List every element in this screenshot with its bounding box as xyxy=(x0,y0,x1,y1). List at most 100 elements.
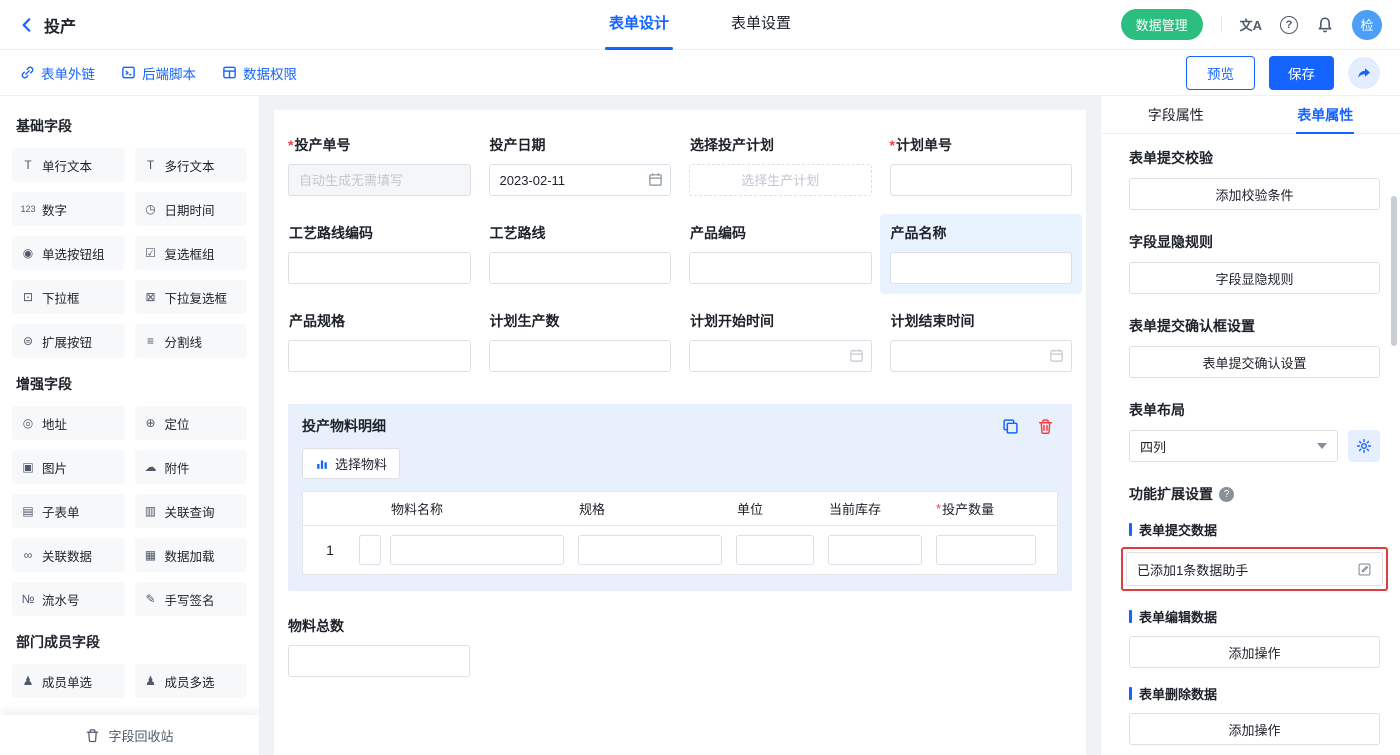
sidebar-field-serial-number[interactable]: №流水号 xyxy=(12,582,125,616)
field-production-date[interactable]: 投产日期 xyxy=(489,136,672,196)
sidebar-field-image[interactable]: ▣图片 xyxy=(12,450,125,484)
sidebar-field-relation-data[interactable]: ∞关联数据 xyxy=(12,538,125,572)
header-cell-qty: *投产数量 xyxy=(929,499,1057,518)
submit-confirm-button[interactable]: 表单提交确认设置 xyxy=(1129,346,1380,378)
panel-scrollbar[interactable] xyxy=(1391,196,1397,346)
translate-icon[interactable]: 文A xyxy=(1240,15,1262,34)
production-date-input[interactable] xyxy=(489,164,672,196)
layout-settings-button[interactable] xyxy=(1348,430,1380,462)
production-order-no-input[interactable] xyxy=(288,164,471,196)
product-name-input[interactable] xyxy=(890,252,1073,284)
unit-input[interactable] xyxy=(736,535,814,565)
data-assistant-field[interactable]: 已添加1条数据助手 xyxy=(1126,552,1383,586)
field-production-order-no[interactable]: *投产单号 xyxy=(288,136,471,196)
subform-table-row: 1 xyxy=(303,526,1057,574)
add-validation-button[interactable]: 添加校验条件 xyxy=(1129,178,1380,210)
sidebar-field-multi-select[interactable]: ⊠下拉复选框 xyxy=(135,280,248,314)
delete-data-add-button[interactable]: 添加操作 xyxy=(1129,713,1380,745)
sidebar-field-address[interactable]: ◎地址 xyxy=(12,406,125,440)
sidebar-field-radio-group[interactable]: ◉单选按钮组 xyxy=(12,236,125,270)
sidebar-field-relation-query[interactable]: ▥关联查询 xyxy=(135,494,248,528)
field-select-plan[interactable]: 选择投产计划 xyxy=(689,136,872,196)
help-icon[interactable]: ? xyxy=(1280,16,1298,34)
field-route-code[interactable]: 工艺路线编码 xyxy=(288,224,471,284)
sidebar-field-checkbox-group[interactable]: ☑复选框组 xyxy=(135,236,248,270)
plan-no-input[interactable] xyxy=(890,164,1073,196)
edit-icon[interactable] xyxy=(1357,562,1372,577)
tab-form-design[interactable]: 表单设计 xyxy=(609,0,669,50)
checkbox-icon: ☑ xyxy=(143,246,159,260)
sidebar-field-single-line-text[interactable]: T单行文本 xyxy=(12,148,125,182)
sidebar-field-geolocation[interactable]: ⊕定位 xyxy=(135,406,248,440)
notification-bell-icon[interactable] xyxy=(1316,16,1334,34)
field-plan-start-time[interactable]: 计划开始时间 xyxy=(689,312,872,372)
field-plan-no[interactable]: *计划单号 xyxy=(890,136,1073,196)
spec-input[interactable] xyxy=(578,535,722,565)
preview-button[interactable]: 预览 xyxy=(1186,56,1255,90)
field-product-name[interactable]: 产品名称 xyxy=(890,224,1073,284)
tab-field-properties[interactable]: 字段属性 xyxy=(1101,96,1251,133)
user-avatar[interactable]: 检 xyxy=(1352,10,1382,40)
layout-select[interactable]: 四列 xyxy=(1129,430,1338,462)
field-product-code[interactable]: 产品编码 xyxy=(689,224,872,284)
stock-input[interactable] xyxy=(828,535,922,565)
backend-script-button[interactable]: 后端脚本 xyxy=(121,63,196,83)
data-manage-button[interactable]: 数据管理 xyxy=(1121,9,1203,40)
save-button[interactable]: 保存 xyxy=(1269,56,1334,90)
field-recycle-bin[interactable]: 字段回收站 xyxy=(0,715,259,755)
sidebar-field-signature[interactable]: ✎手写签名 xyxy=(135,582,248,616)
sidebar-field-divider-line[interactable]: ≡分割线 xyxy=(135,324,248,358)
sidebar-field-member-multi[interactable]: ♟成员多选 xyxy=(135,664,248,698)
sidebar-field-multi-line-text[interactable]: T多行文本 xyxy=(135,148,248,182)
field-item-label: 手写签名 xyxy=(165,590,215,609)
field-material-total[interactable]: 物料总数 xyxy=(288,617,470,677)
field-item-label: 多行文本 xyxy=(165,156,215,175)
sidebar-field-extend-button[interactable]: ⊜扩展按钮 xyxy=(12,324,125,358)
share-icon xyxy=(1356,65,1372,81)
label-text: 投产日期 xyxy=(490,135,546,155)
material-total-input[interactable] xyxy=(288,645,470,677)
back-button[interactable] xyxy=(18,16,36,34)
route-code-input[interactable] xyxy=(288,252,471,284)
field-route[interactable]: 工艺路线 xyxy=(489,224,672,284)
visibility-rules-button[interactable]: 字段显隐规则 xyxy=(1129,262,1380,294)
qty-input[interactable] xyxy=(936,535,1036,565)
field-plan-qty[interactable]: 计划生产数 xyxy=(489,312,672,372)
field-item-label: 成员单选 xyxy=(42,672,92,691)
form-card: *投产单号 投产日期 选择投产计划 *计划单号 xyxy=(274,110,1086,755)
copy-icon[interactable] xyxy=(1002,418,1019,435)
field-product-spec[interactable]: 产品规格 xyxy=(288,312,471,372)
plan-end-input[interactable] xyxy=(890,340,1073,372)
plan-qty-input[interactable] xyxy=(489,340,672,372)
product-spec-input[interactable] xyxy=(288,340,471,372)
select-material-button[interactable]: 选择物料 xyxy=(302,448,400,479)
tab-form-settings[interactable]: 表单设置 xyxy=(731,0,791,50)
sidebar-field-number[interactable]: 123数字 xyxy=(12,192,125,226)
material-name-input[interactable] xyxy=(390,535,564,565)
tab-form-properties[interactable]: 表单属性 xyxy=(1251,96,1400,133)
field-plan-end-time[interactable]: 计划结束时间 xyxy=(890,312,1073,372)
field-label: 工艺路线 xyxy=(489,224,672,242)
row-handle-input[interactable] xyxy=(359,535,381,565)
external-link-button[interactable]: 表单外链 xyxy=(20,63,95,83)
field-item-label: 分割线 xyxy=(165,332,203,351)
help-circle-icon[interactable]: ? xyxy=(1219,487,1234,502)
right-panel: 字段属性 表单属性 表单提交校验 添加校验条件 字段显隐规则 字段显隐规则 表单… xyxy=(1100,96,1400,755)
form-canvas: *投产单号 投产日期 选择投产计划 *计划单号 xyxy=(260,96,1100,755)
field-grid: *投产单号 投产日期 选择投产计划 *计划单号 xyxy=(288,136,1072,400)
delete-icon[interactable] xyxy=(1037,418,1054,435)
edit-data-add-button[interactable]: 添加操作 xyxy=(1129,636,1380,668)
product-code-input[interactable] xyxy=(689,252,872,284)
sidebar-field-attachment[interactable]: ☁附件 xyxy=(135,450,248,484)
data-permission-button[interactable]: 数据权限 xyxy=(222,63,297,83)
route-input[interactable] xyxy=(489,252,672,284)
sidebar-field-data-load[interactable]: ▦数据加载 xyxy=(135,538,248,572)
select-plan-input[interactable] xyxy=(689,164,872,196)
share-button[interactable] xyxy=(1348,57,1380,89)
sidebar-field-select[interactable]: ⊡下拉框 xyxy=(12,280,125,314)
sidebar-field-subform[interactable]: ▤子表单 xyxy=(12,494,125,528)
sidebar-field-datetime[interactable]: ◷日期时间 xyxy=(135,192,248,226)
plan-start-input[interactable] xyxy=(689,340,872,372)
sidebar-field-member-single[interactable]: ♟成员单选 xyxy=(12,664,125,698)
subform-material-detail[interactable]: 投产物料明细 选择物料 xyxy=(288,404,1072,591)
